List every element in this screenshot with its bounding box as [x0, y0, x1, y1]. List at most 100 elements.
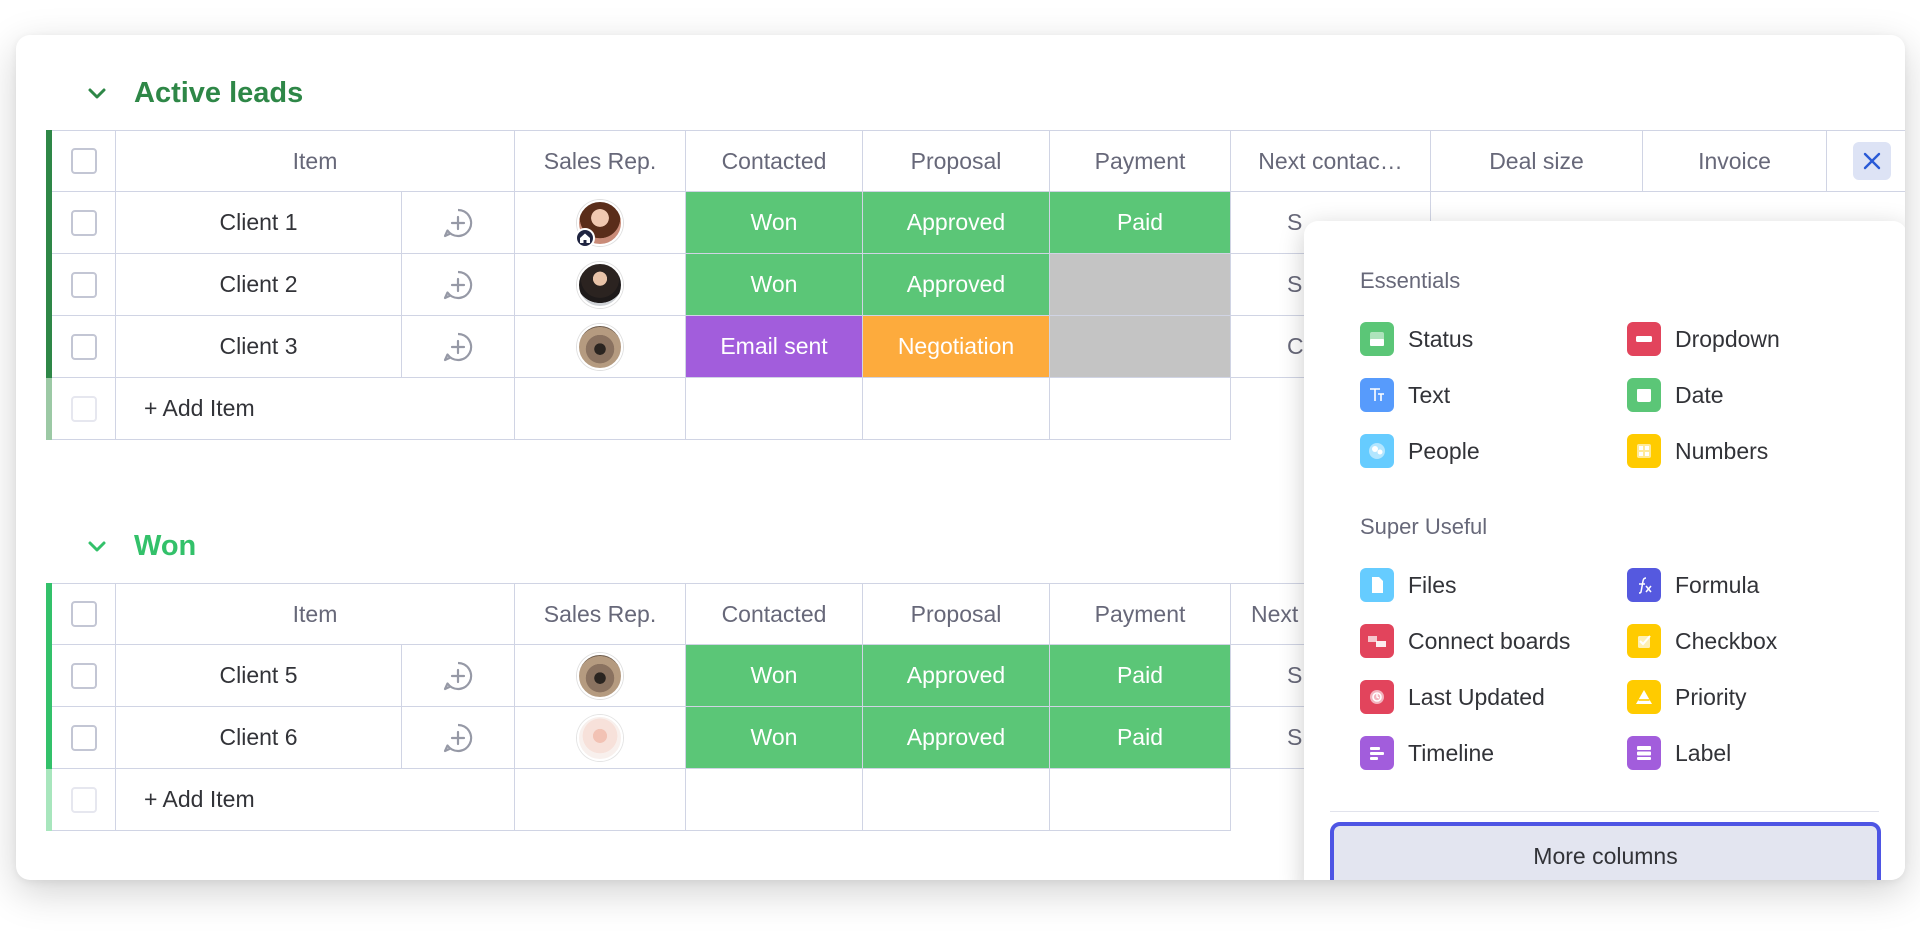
column-option-files[interactable]: Files	[1360, 568, 1457, 602]
column-option-people[interactable]: People	[1360, 434, 1480, 468]
column-option-status[interactable]: Status	[1360, 322, 1473, 356]
column-header-proposal[interactable]: Proposal	[863, 130, 1050, 192]
numbers-icon	[1627, 434, 1661, 468]
avatar[interactable]	[575, 199, 623, 248]
status-payment[interactable]: Paid	[1050, 645, 1231, 707]
add-update-icon[interactable]	[402, 254, 515, 316]
status-proposal[interactable]: Approved	[863, 254, 1050, 316]
group-title[interactable]: Won	[134, 530, 196, 563]
status-payment[interactable]	[1050, 316, 1231, 378]
status-contacted[interactable]: Won	[686, 254, 863, 316]
avatar[interactable]	[577, 323, 623, 370]
group-title[interactable]: Active leads	[134, 77, 303, 110]
column-header-invoice[interactable]: Invoice	[1643, 130, 1827, 192]
select-all-cell	[52, 130, 116, 192]
add-update-icon[interactable]	[402, 192, 515, 254]
timeline-icon	[1360, 736, 1394, 770]
column-header-payment[interactable]: Payment	[1050, 583, 1231, 645]
add-item-input[interactable]: + Add Item	[116, 769, 515, 831]
avatar[interactable]	[577, 261, 623, 308]
status-payment[interactable]: Paid	[1050, 192, 1231, 254]
column-option-priority[interactable]: Priority	[1627, 680, 1747, 714]
column-option-last-updated[interactable]: Last Updated	[1360, 680, 1545, 714]
add-item-input[interactable]: + Add Item	[116, 378, 515, 440]
status-proposal[interactable]: Approved	[863, 707, 1050, 769]
column-header-contacted[interactable]: Contacted	[686, 130, 863, 192]
item-name[interactable]: Client 3	[116, 316, 402, 378]
empty-cell	[863, 378, 1050, 440]
option-label: Timeline	[1408, 739, 1495, 766]
column-header-next-contact[interactable]: Next contac…	[1231, 130, 1431, 192]
status-contacted[interactable]: Won	[686, 707, 863, 769]
sales-rep-cell[interactable]	[515, 254, 686, 316]
dropdown-icon	[1627, 322, 1661, 356]
group-header[interactable]: Won	[82, 530, 196, 563]
sales-rep-cell[interactable]	[515, 707, 686, 769]
column-option-numbers[interactable]: Numbers	[1627, 434, 1768, 468]
status-contacted[interactable]: Won	[686, 192, 863, 254]
column-header-proposal[interactable]: Proposal	[863, 583, 1050, 645]
column-option-label[interactable]: Label	[1627, 736, 1731, 770]
section-title-super-useful: Super Useful	[1360, 514, 1488, 539]
row-checkbox[interactable]	[70, 662, 97, 689]
row-checkbox[interactable]	[70, 271, 97, 298]
column-option-formula[interactable]: Formula	[1627, 568, 1759, 602]
row-select-cell	[52, 707, 116, 769]
select-all-checkbox[interactable]	[70, 601, 97, 627]
row-select-cell	[52, 769, 116, 831]
status-icon	[1360, 322, 1394, 356]
status-contacted[interactable]: Email sent	[686, 316, 863, 378]
add-update-icon[interactable]	[402, 707, 515, 769]
status-proposal[interactable]: Approved	[863, 645, 1050, 707]
column-option-connect-boards[interactable]: Connect boards	[1360, 624, 1570, 658]
column-header-item[interactable]: Item	[116, 130, 515, 192]
column-option-timeline[interactable]: Timeline	[1360, 736, 1494, 770]
table-header-row: Item Sales Rep. Contacted Proposal Payme…	[46, 130, 1905, 192]
column-header-sales-rep[interactable]: Sales Rep.	[515, 130, 686, 192]
row-checkbox[interactable]	[70, 333, 97, 360]
item-name[interactable]: Client 6	[116, 707, 402, 769]
status-proposal[interactable]: Approved	[863, 192, 1050, 254]
item-name[interactable]: Client 2	[116, 254, 402, 316]
column-option-date[interactable]: Date	[1627, 378, 1724, 412]
row-select-cell	[52, 645, 116, 707]
add-update-icon[interactable]	[402, 645, 515, 707]
add-update-icon[interactable]	[402, 316, 515, 378]
column-header-sales-rep[interactable]: Sales Rep.	[515, 583, 686, 645]
status-contacted[interactable]: Won	[686, 645, 863, 707]
column-option-checkbox[interactable]: Checkbox	[1627, 624, 1777, 658]
sales-rep-cell[interactable]	[515, 192, 686, 254]
column-header-contacted[interactable]: Contacted	[686, 583, 863, 645]
empty-cell	[515, 769, 686, 831]
files-icon	[1360, 568, 1394, 602]
column-header-item[interactable]: Item	[116, 583, 515, 645]
status-proposal[interactable]: Negotiation	[863, 316, 1050, 378]
chevron-down-icon[interactable]	[82, 532, 112, 562]
status-payment[interactable]: Paid	[1050, 707, 1231, 769]
column-header-payment[interactable]: Payment	[1050, 130, 1231, 192]
row-checkbox[interactable]	[70, 724, 97, 751]
home-icon	[575, 227, 595, 248]
row-select-cell	[52, 316, 116, 378]
sales-rep-cell[interactable]	[515, 645, 686, 707]
more-columns-button[interactable]: More columns	[1330, 822, 1881, 880]
date-icon	[1627, 378, 1661, 412]
row-checkbox	[70, 395, 97, 422]
empty-cell	[686, 378, 863, 440]
avatar[interactable]	[577, 652, 623, 699]
chevron-down-icon[interactable]	[82, 79, 112, 109]
status-payment[interactable]	[1050, 254, 1231, 316]
group-header[interactable]: Active leads	[82, 77, 303, 110]
close-icon[interactable]	[1853, 142, 1891, 180]
sales-rep-cell[interactable]	[515, 316, 686, 378]
item-name[interactable]: Client 1	[116, 192, 402, 254]
avatar[interactable]	[577, 714, 623, 761]
option-label: Connect boards	[1408, 627, 1571, 654]
select-all-checkbox[interactable]	[70, 148, 97, 174]
column-header-deal-size[interactable]: Deal size	[1431, 130, 1643, 192]
column-option-dropdown[interactable]: Dropdown	[1627, 322, 1780, 356]
item-name[interactable]: Client 5	[116, 645, 402, 707]
row-select-cell	[52, 378, 116, 440]
column-option-text[interactable]: Text	[1360, 378, 1450, 412]
row-checkbox[interactable]	[70, 209, 97, 236]
